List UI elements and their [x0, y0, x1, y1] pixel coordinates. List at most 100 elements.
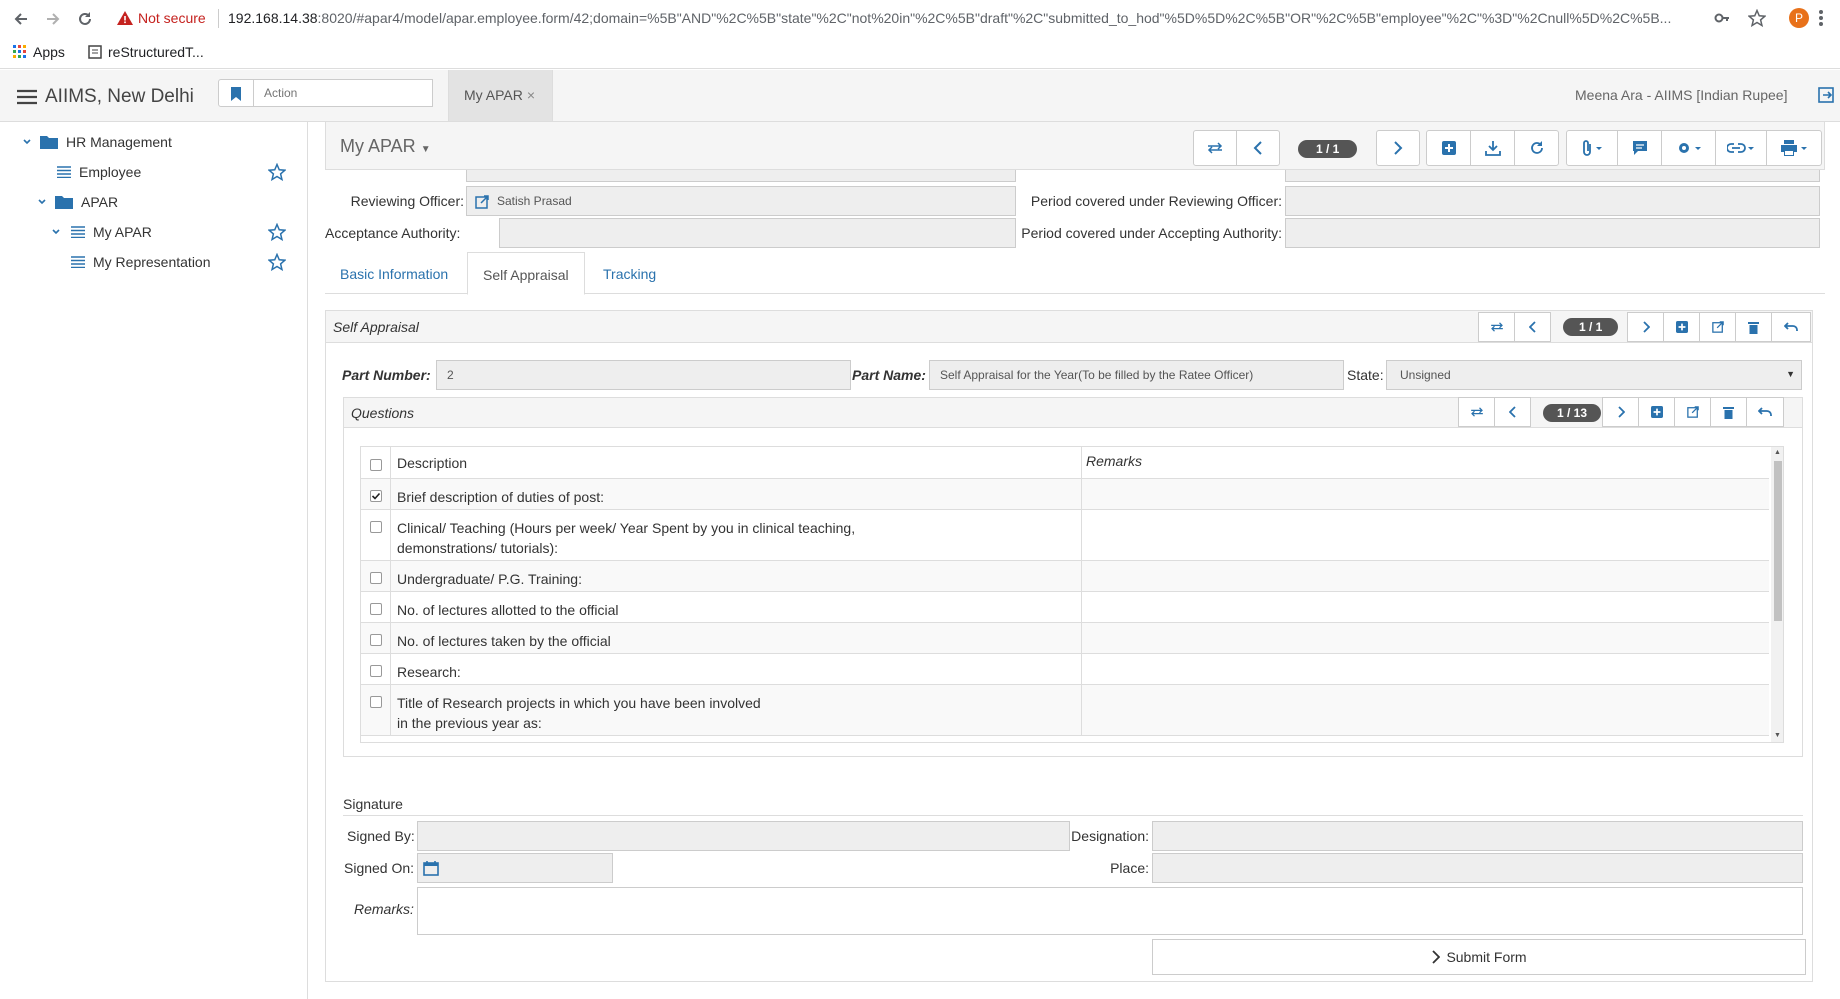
- row-remarks[interactable]: [1082, 592, 1769, 622]
- tab-my-apar[interactable]: My APAR ×: [448, 70, 553, 121]
- form-title[interactable]: My APAR ▼: [340, 136, 431, 157]
- scroll-down-icon[interactable]: ▼: [1774, 732, 1781, 739]
- table-row[interactable]: Clinical/ Teaching (Hours per week/ Year…: [361, 510, 1769, 561]
- print-button[interactable]: [1766, 130, 1822, 166]
- previous-button[interactable]: [1494, 397, 1531, 427]
- col-description[interactable]: Description: [397, 453, 1077, 473]
- url-field[interactable]: 192.168.14.38:8020/#apar4/model/apar.emp…: [228, 10, 1698, 26]
- table-row[interactable]: No. of lectures taken by the official: [361, 623, 1769, 654]
- open-button[interactable]: [1674, 397, 1711, 427]
- select-all-checkbox[interactable]: [370, 459, 382, 471]
- part-number-field[interactable]: 2: [436, 360, 851, 390]
- remarks-textarea[interactable]: [417, 887, 1803, 935]
- calendar-icon[interactable]: [423, 860, 439, 876]
- table-row[interactable]: Brief description of duties of post:: [361, 479, 1769, 510]
- save-button[interactable]: [1470, 130, 1515, 166]
- scroll-up-icon[interactable]: ▲: [1774, 449, 1781, 456]
- row-checkbox[interactable]: [370, 521, 382, 533]
- switch-view-button[interactable]: [1193, 130, 1237, 166]
- profile-avatar[interactable]: P: [1789, 8, 1809, 28]
- row-remarks[interactable]: [1082, 510, 1769, 560]
- global-search-button[interactable]: [218, 79, 254, 107]
- chevron-down-icon[interactable]: [51, 227, 61, 237]
- reload-button[interactable]: [1514, 130, 1559, 166]
- designation-field[interactable]: [1152, 821, 1803, 851]
- table-row[interactable]: Title of Research projects in which you …: [361, 685, 1769, 736]
- part-name-field[interactable]: Self Appraisal for the Year(To be filled…: [929, 360, 1344, 390]
- submit-form-button[interactable]: Submit Form: [1152, 939, 1806, 975]
- new-button[interactable]: [1638, 397, 1675, 427]
- previous-record-button[interactable]: [1236, 130, 1280, 166]
- key-icon[interactable]: [1714, 10, 1730, 26]
- chevron-down-icon[interactable]: [22, 137, 32, 147]
- scrollbar-thumb[interactable]: [1774, 461, 1782, 621]
- sidebar-item-my-representation[interactable]: My Representation: [0, 247, 308, 277]
- row-checkbox[interactable]: [370, 634, 382, 646]
- note-button[interactable]: [1617, 130, 1662, 166]
- row-checkbox[interactable]: [370, 696, 382, 708]
- row-checkbox[interactable]: [370, 490, 382, 502]
- next-button[interactable]: [1627, 312, 1664, 342]
- forward-arrow-icon[interactable]: [44, 10, 62, 28]
- delete-button[interactable]: [1710, 397, 1747, 427]
- favorite-star-icon[interactable]: [268, 163, 286, 181]
- grid-scrollbar[interactable]: ▲ ▼: [1771, 447, 1783, 742]
- period-accepting-field[interactable]: [1285, 218, 1820, 248]
- switch-view-button[interactable]: [1478, 312, 1515, 342]
- place-field[interactable]: [1152, 853, 1803, 883]
- next-button[interactable]: [1602, 397, 1639, 427]
- relate-button[interactable]: [1715, 130, 1767, 166]
- action-button[interactable]: [1661, 130, 1716, 166]
- acceptance-authority-field[interactable]: [499, 218, 1016, 248]
- row-checkbox[interactable]: [370, 665, 382, 677]
- state-select[interactable]: Unsigned ▼: [1386, 360, 1802, 390]
- sidebar-item-employee[interactable]: Employee: [0, 157, 308, 187]
- reload-icon[interactable]: [76, 10, 94, 28]
- previous-button[interactable]: [1514, 312, 1551, 342]
- bookmark-apps[interactable]: Apps: [13, 44, 65, 60]
- table-row[interactable]: Undergraduate/ P.G. Training:: [361, 561, 1769, 592]
- sidebar-item-hr-management[interactable]: HR Management: [0, 127, 308, 157]
- back-arrow-icon[interactable]: [12, 10, 30, 28]
- undo-button[interactable]: [1771, 312, 1811, 342]
- row-remarks[interactable]: [1082, 623, 1769, 653]
- hamburger-menu-icon[interactable]: [17, 89, 37, 105]
- period-reviewing-field[interactable]: [1285, 186, 1820, 216]
- bookmark-restructured[interactable]: reStructuredT...: [88, 44, 204, 60]
- open-record-icon[interactable]: [475, 195, 489, 209]
- sidebar-item-apar[interactable]: APAR: [0, 187, 308, 217]
- security-indicator[interactable]: Not secure: [117, 10, 206, 26]
- table-row[interactable]: Research:: [361, 654, 1769, 685]
- chevron-down-icon[interactable]: [37, 197, 47, 207]
- user-info[interactable]: Meena Ara - AIIMS [Indian Rupee]: [1575, 87, 1787, 103]
- tab-basic-information[interactable]: Basic Information: [325, 252, 463, 295]
- new-record-button[interactable]: [1426, 130, 1471, 166]
- reviewing-officer-field[interactable]: Satish Prasad: [466, 186, 1016, 216]
- row-remarks[interactable]: [1082, 685, 1769, 735]
- tab-self-appraisal[interactable]: Self Appraisal: [467, 252, 585, 295]
- signed-by-field[interactable]: [417, 821, 1070, 851]
- undo-button[interactable]: [1746, 397, 1784, 427]
- favorite-star-icon[interactable]: [268, 223, 286, 241]
- table-row[interactable]: No. of lectures allotted to the official: [361, 592, 1769, 623]
- row-remarks[interactable]: [1082, 654, 1769, 684]
- signed-on-field[interactable]: [417, 853, 613, 883]
- open-button[interactable]: [1699, 312, 1736, 342]
- tab-tracking[interactable]: Tracking: [588, 252, 671, 295]
- col-remarks[interactable]: Remarks: [1086, 453, 1142, 469]
- switch-view-button[interactable]: [1458, 397, 1495, 427]
- row-remarks[interactable]: [1082, 479, 1769, 509]
- favorite-star-icon[interactable]: [268, 253, 286, 271]
- browser-menu-icon[interactable]: [1818, 9, 1824, 27]
- row-checkbox[interactable]: [370, 603, 382, 615]
- row-checkbox[interactable]: [370, 572, 382, 584]
- sidebar-item-my-apar[interactable]: My APAR: [0, 217, 308, 247]
- next-record-button[interactable]: [1376, 130, 1420, 166]
- delete-button[interactable]: [1735, 312, 1772, 342]
- new-button[interactable]: [1663, 312, 1700, 342]
- close-tab-icon[interactable]: ×: [527, 87, 535, 103]
- bookmark-star-icon[interactable]: [1748, 9, 1766, 27]
- company-name[interactable]: AIIMS, New Delhi: [45, 86, 194, 108]
- action-search-input[interactable]: [254, 79, 433, 107]
- logout-icon[interactable]: [1818, 87, 1834, 103]
